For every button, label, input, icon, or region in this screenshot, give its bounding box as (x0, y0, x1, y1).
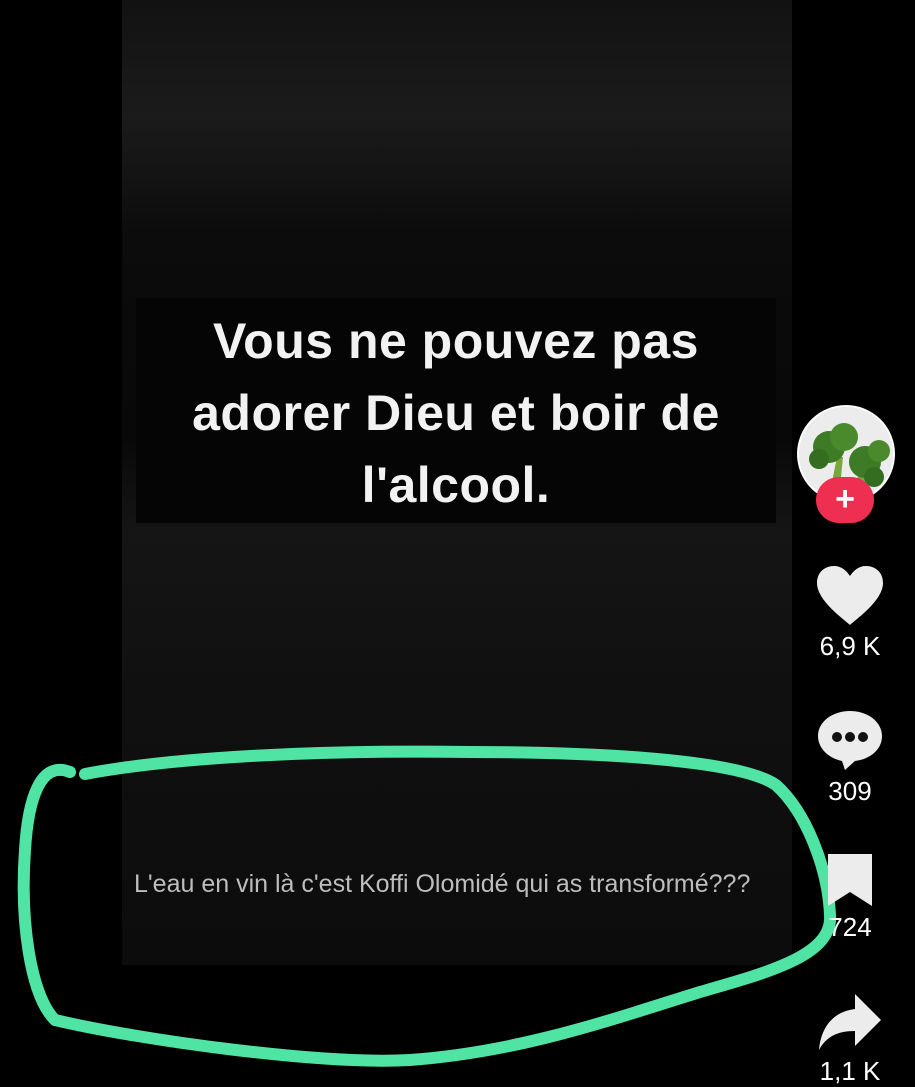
share-icon (819, 994, 881, 1050)
comment-count: 309 (828, 776, 872, 806)
like-button[interactable]: 6,9 K (800, 565, 900, 662)
comment-button[interactable]: 309 (800, 708, 900, 807)
comment-icon (818, 711, 882, 770)
like-count: 6,9 K (819, 631, 881, 661)
share-count: 1,1 K (819, 1056, 881, 1086)
bookmark-icon (828, 854, 872, 906)
heart-icon (817, 566, 883, 625)
green-highlight-loop (17, 745, 837, 1067)
plus-icon: + (835, 480, 855, 518)
follow-button[interactable]: + (816, 477, 874, 523)
bookmark-count: 724 (828, 912, 872, 942)
share-button[interactable]: 1,1 K (800, 992, 900, 1087)
bookmark-button[interactable]: 724 (800, 852, 900, 943)
